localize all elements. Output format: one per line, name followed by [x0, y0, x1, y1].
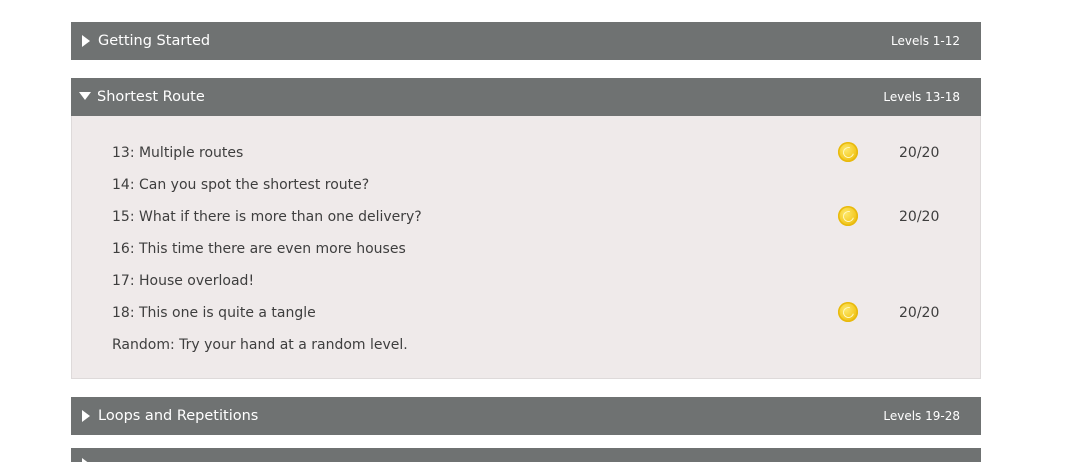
- triangle-right-icon: [82, 410, 90, 422]
- section-header-loops-and-repetitions[interactable]: Loops and Repetitions Levels 19-28: [71, 397, 981, 435]
- section-title: Shortest Route: [97, 89, 205, 105]
- triangle-right-icon: [82, 458, 90, 470]
- section-header-next[interactable]: [71, 448, 981, 470]
- level-score: 20/20: [899, 305, 940, 321]
- gold-coin-icon: [838, 142, 858, 162]
- level-link[interactable]: 13: Multiple routes: [112, 145, 243, 161]
- level-row-random: Random: Try your hand at a random level.: [112, 329, 940, 361]
- level-link[interactable]: 15: What if there is more than one deliv…: [112, 209, 422, 225]
- level-row: 14: Can you spot the shortest route?: [112, 169, 940, 201]
- level-link[interactable]: 14: Can you spot the shortest route?: [112, 177, 369, 193]
- section-loops-and-repetitions: Loops and Repetitions Levels 19-28: [71, 397, 981, 435]
- gold-coin-icon: [838, 206, 858, 226]
- section-levels: Levels 19-28: [883, 409, 960, 423]
- section-title: Loops and Repetitions: [98, 408, 259, 424]
- level-panel: 13: Multiple routes 20/20 14: Can you sp…: [71, 116, 981, 379]
- section-levels: Levels 1-12: [891, 34, 960, 48]
- level-score: 20/20: [899, 209, 940, 225]
- section-header-getting-started[interactable]: Getting Started Levels 1-12: [71, 22, 981, 60]
- triangle-down-icon: [79, 92, 91, 100]
- level-row: 17: House overload!: [112, 265, 940, 297]
- gold-coin-icon: [838, 302, 858, 322]
- section-getting-started: Getting Started Levels 1-12: [71, 22, 981, 60]
- level-row: 15: What if there is more than one deliv…: [112, 201, 940, 233]
- section-title: Getting Started: [98, 33, 211, 49]
- section-shortest-route: Shortest Route Levels 13-18 13: Multiple…: [71, 78, 981, 379]
- level-link[interactable]: 16: This time there are even more houses: [112, 241, 406, 257]
- section-levels: Levels 13-18: [883, 90, 960, 104]
- level-row: 13: Multiple routes 20/20: [112, 137, 940, 169]
- triangle-right-icon: [82, 35, 90, 47]
- level-link[interactable]: 18: This one is quite a tangle: [112, 305, 316, 321]
- level-score: 20/20: [899, 145, 940, 161]
- level-link[interactable]: 17: House overload!: [112, 273, 254, 289]
- level-row: 18: This one is quite a tangle 20/20: [112, 297, 940, 329]
- level-list: Getting Started Levels 1-12 Shortest Rou…: [71, 22, 981, 453]
- section-header-shortest-route[interactable]: Shortest Route Levels 13-18: [71, 78, 981, 116]
- random-level-link[interactable]: Random: Try your hand at a random level.: [112, 337, 408, 353]
- level-row: 16: This time there are even more houses: [112, 233, 940, 265]
